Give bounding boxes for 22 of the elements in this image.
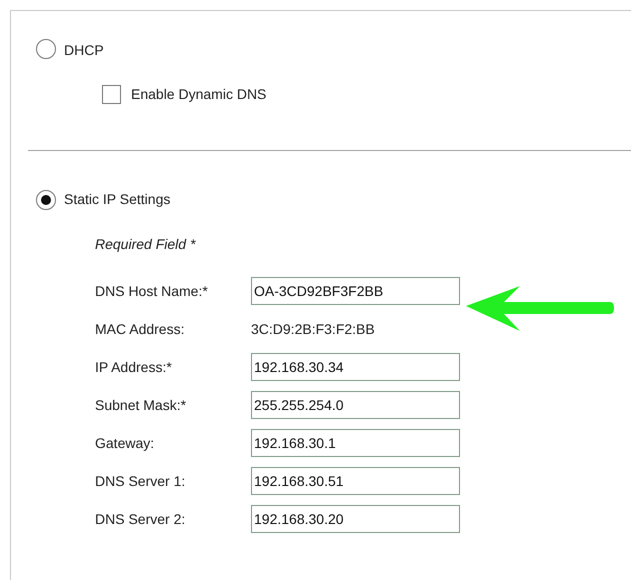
field-label: Gateway: [95, 434, 156, 453]
arrow-icon [464, 284, 616, 334]
field-label: DNS Host Name:* [95, 282, 209, 300]
input-field[interactable]: OA-3CD92BF3F2BB [251, 277, 460, 305]
field-value: 3C:D9:2B:F3:F2:BB [251, 320, 375, 338]
input-field[interactable]: 192.168.30.51 [251, 467, 460, 495]
input-field[interactable]: 255.255.254.0 [251, 391, 460, 419]
radio-button[interactable] [36, 190, 56, 210]
field-label: IP Address:* [95, 358, 173, 376]
field-label: DNS Server 1: [95, 472, 186, 490]
field-label: DNS Server 2: [95, 510, 186, 528]
radio-button[interactable] [36, 38, 56, 58]
radio-label: DHCP [64, 41, 104, 60]
required-field-note: Required Field * [95, 236, 196, 252]
field-label: Subnet Mask:* [95, 396, 188, 414]
field-label: MAC Address: [95, 320, 186, 338]
checkbox[interactable] [102, 85, 121, 104]
radio-label: Static IP Settings [64, 190, 170, 209]
input-field[interactable]: 192.168.30.20 [251, 505, 460, 533]
input-field[interactable]: 192.168.30.34 [251, 353, 460, 381]
checkbox-label: Enable Dynamic DNS [131, 85, 266, 104]
input-field[interactable]: 192.168.30.1 [251, 429, 460, 457]
